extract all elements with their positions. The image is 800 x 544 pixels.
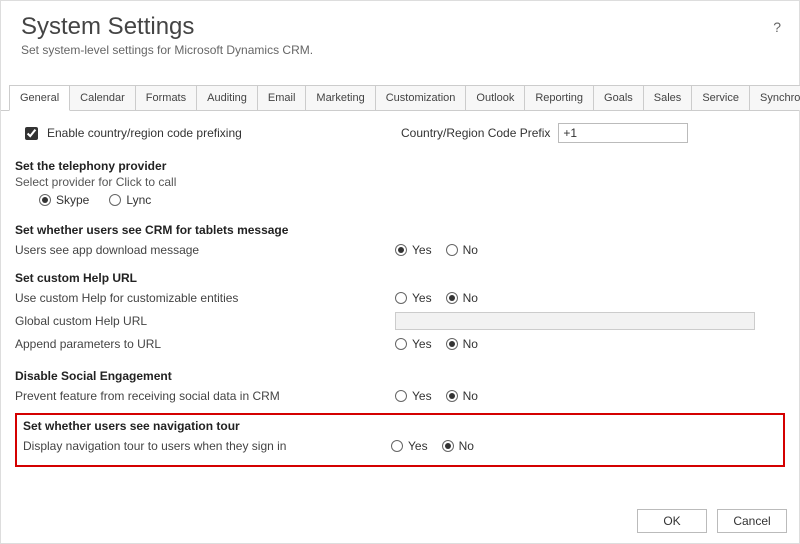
radio-dot-icon: [395, 292, 407, 304]
tab-bar: General Calendar Formats Auditing Email …: [1, 85, 799, 111]
yes-label: Yes: [412, 243, 432, 257]
radio-dot-icon: [395, 390, 407, 402]
yes-label: Yes: [408, 439, 428, 453]
enable-prefix-input[interactable]: [25, 127, 38, 140]
help-append-label: Append parameters to URL: [15, 337, 395, 351]
no-label: No: [459, 439, 474, 453]
radio-dot-icon: [395, 244, 407, 256]
cancel-button[interactable]: Cancel: [717, 509, 787, 533]
tab-formats[interactable]: Formats: [135, 85, 197, 110]
radio-dot-icon: [446, 338, 458, 350]
radio-dot-icon: [446, 244, 458, 256]
radio-dot-icon: [395, 338, 407, 350]
yes-label: Yes: [412, 389, 432, 403]
telephony-lync-radio[interactable]: Lync: [109, 193, 151, 207]
radio-dot-icon: [446, 390, 458, 402]
tab-sales[interactable]: Sales: [643, 85, 693, 110]
prefix-field-label: Country/Region Code Prefix: [401, 126, 550, 140]
page-subtitle: Set system-level settings for Microsoft …: [21, 43, 779, 57]
tab-service[interactable]: Service: [691, 85, 750, 110]
social-row-label: Prevent feature from receiving social da…: [15, 389, 395, 403]
prefix-input[interactable]: [558, 123, 688, 143]
tab-calendar[interactable]: Calendar: [69, 85, 136, 110]
help-custom-label: Use custom Help for customizable entitie…: [15, 291, 395, 305]
telephony-skype-radio[interactable]: Skype: [39, 193, 89, 207]
tablets-row-label: Users see app download message: [15, 243, 395, 257]
yes-label: Yes: [412, 291, 432, 305]
no-label: No: [463, 337, 478, 351]
telephony-skype-label: Skype: [56, 193, 89, 207]
tab-outlook[interactable]: Outlook: [465, 85, 525, 110]
radio-dot-icon: [109, 194, 121, 206]
telephony-heading: Set the telephony provider: [15, 159, 785, 173]
header: System Settings Set system-level setting…: [1, 1, 799, 65]
tablets-heading: Set whether users see CRM for tablets me…: [15, 223, 785, 237]
social-no-radio[interactable]: No: [446, 389, 478, 403]
yes-label: Yes: [412, 337, 432, 351]
ok-button[interactable]: OK: [637, 509, 707, 533]
tab-auditing[interactable]: Auditing: [196, 85, 258, 110]
tab-marketing[interactable]: Marketing: [305, 85, 375, 110]
enable-prefix-label: Enable country/region code prefixing: [47, 126, 242, 140]
tab-goals[interactable]: Goals: [593, 85, 644, 110]
help-append-yes-radio[interactable]: Yes: [395, 337, 432, 351]
tab-content: Enable country/region code prefixing Cou…: [1, 111, 799, 475]
help-url-label: Global custom Help URL: [15, 314, 395, 328]
telephony-sub: Select provider for Click to call: [15, 175, 785, 189]
enable-prefix-checkbox[interactable]: Enable country/region code prefixing: [21, 124, 242, 143]
tab-synchronization[interactable]: Synchronization: [749, 85, 800, 110]
prefix-row: Enable country/region code prefixing Cou…: [15, 119, 785, 149]
footer: OK Cancel: [637, 509, 787, 533]
radio-dot-icon: [442, 440, 454, 452]
telephony-lync-label: Lync: [126, 193, 151, 207]
social-heading: Disable Social Engagement: [15, 369, 785, 383]
help-custom-no-radio[interactable]: No: [446, 291, 478, 305]
help-icon[interactable]: ?: [773, 19, 781, 35]
navtour-row-label: Display navigation tour to users when th…: [23, 439, 391, 453]
navtour-no-radio[interactable]: No: [442, 439, 474, 453]
no-label: No: [463, 243, 478, 257]
navtour-yes-radio[interactable]: Yes: [391, 439, 428, 453]
social-yes-radio[interactable]: Yes: [395, 389, 432, 403]
help-url-input[interactable]: [395, 312, 755, 330]
help-heading: Set custom Help URL: [15, 271, 785, 285]
no-label: No: [463, 291, 478, 305]
navtour-highlight: Set whether users see navigation tour Di…: [15, 413, 785, 467]
help-custom-yes-radio[interactable]: Yes: [395, 291, 432, 305]
radio-dot-icon: [446, 292, 458, 304]
no-label: No: [463, 389, 478, 403]
radio-dot-icon: [391, 440, 403, 452]
help-append-no-radio[interactable]: No: [446, 337, 478, 351]
page-title: System Settings: [21, 13, 779, 41]
radio-dot-icon: [39, 194, 51, 206]
tab-general[interactable]: General: [9, 85, 70, 111]
tab-reporting[interactable]: Reporting: [524, 85, 594, 110]
navtour-heading: Set whether users see navigation tour: [23, 419, 777, 433]
tab-email[interactable]: Email: [257, 85, 307, 110]
tab-customization[interactable]: Customization: [375, 85, 467, 110]
settings-window: System Settings Set system-level setting…: [0, 0, 800, 544]
tablets-no-radio[interactable]: No: [446, 243, 478, 257]
tablets-yes-radio[interactable]: Yes: [395, 243, 432, 257]
